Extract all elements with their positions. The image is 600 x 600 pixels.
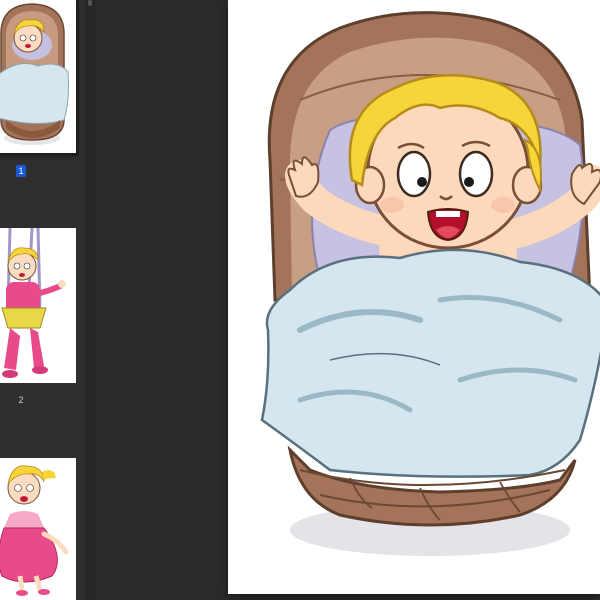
page-thumbnail-2[interactable] xyxy=(0,228,76,383)
baby-in-jumper-icon xyxy=(0,228,76,383)
left-eye xyxy=(396,150,432,198)
baby-in-bassinet-illustration xyxy=(260,11,600,556)
page-number-badge-1: 1 xyxy=(16,165,26,177)
page-thumbnail-3[interactable] xyxy=(0,458,76,600)
page-thumbnail-1[interactable] xyxy=(0,0,76,153)
baby-in-bassinet-icon xyxy=(0,0,76,153)
right-eye xyxy=(458,150,494,198)
sidebar-scrollbar[interactable] xyxy=(85,0,95,600)
sidebar-scroll-thumb[interactable] xyxy=(88,0,92,6)
thumbnail-sidebar: 1 2 xyxy=(0,0,95,600)
blanket xyxy=(260,248,600,478)
baby-in-pink-dress-icon xyxy=(0,458,76,600)
page-view xyxy=(228,0,600,594)
page-number-label-2: 2 xyxy=(18,395,24,405)
